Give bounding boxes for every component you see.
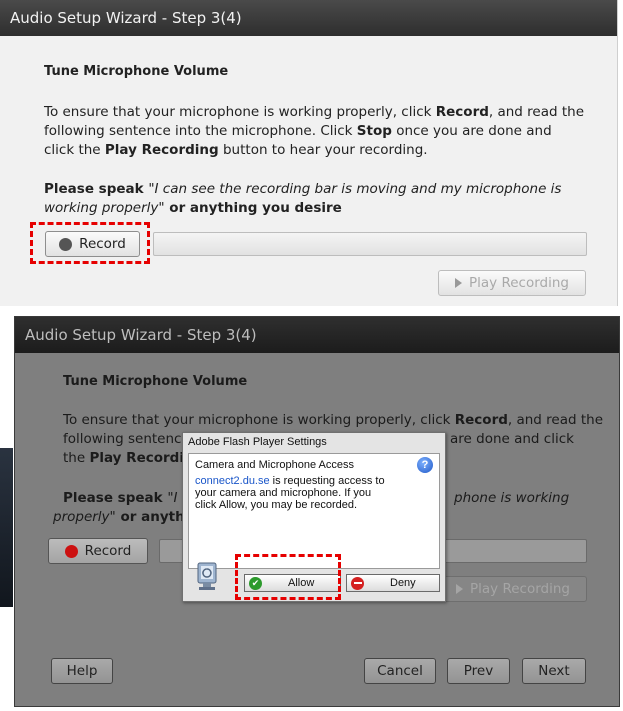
next-button[interactable]: Next [522, 658, 586, 684]
requesting-domain-link[interactable]: connect2.du.se [195, 475, 270, 487]
bottom-section-heading: Tune Microphone Volume [63, 374, 248, 389]
flash-access-panel: Camera and Microphone Access ? connect2.… [188, 453, 440, 569]
top-recording-level-bar [153, 232, 587, 256]
deny-button[interactable]: Deny [346, 574, 440, 592]
bottom-speak-prompt-right: phone is working [454, 490, 570, 506]
prev-button[interactable]: Prev [447, 658, 510, 684]
bottom-record-button[interactable]: Record [48, 538, 148, 564]
deny-icon [351, 576, 364, 590]
play-icon [455, 278, 463, 288]
help-button[interactable]: Help [51, 658, 113, 684]
top-wizard-panel: Audio Setup Wizard - Step 3(4) Tune Micr… [0, 0, 618, 306]
camera-monitor-icon [195, 561, 221, 593]
top-wizard-title: Audio Setup Wizard - Step 3(4) [10, 9, 242, 27]
cancel-button[interactable]: Cancel [364, 658, 436, 684]
flash-access-message: connect2.du.se is requesting access to y… [195, 475, 385, 511]
flash-section-title: Camera and Microphone Access [195, 459, 354, 471]
bottom-wizard-title: Audio Setup Wizard - Step 3(4) [25, 326, 257, 344]
top-section-heading: Tune Microphone Volume [44, 64, 229, 79]
top-instructions: To ensure that your microphone is workin… [44, 104, 585, 158]
bottom-play-recording-button[interactable]: Play Recording [439, 576, 587, 602]
top-play-recording-button[interactable]: Play Recording [438, 270, 586, 296]
flash-dialog-title: Adobe Flash Player Settings [188, 436, 327, 448]
top-wizard-title-bar: Audio Setup Wizard - Step 3(4) [0, 0, 617, 36]
top-record-highlight [30, 222, 150, 264]
record-dot-icon [64, 544, 78, 558]
background-window-edge [0, 448, 13, 607]
allow-highlight [235, 554, 341, 600]
bottom-instructions-line2-right: are done and click [450, 431, 574, 447]
play-icon [456, 584, 464, 594]
top-speak-prompt: Please speak "I can see the recording ba… [44, 181, 562, 216]
help-icon[interactable]: ? [417, 457, 433, 473]
bottom-instructions-line1: To ensure that your microphone is workin… [63, 412, 604, 428]
bottom-wizard-title-bar: Audio Setup Wizard - Step 3(4) [15, 317, 619, 353]
